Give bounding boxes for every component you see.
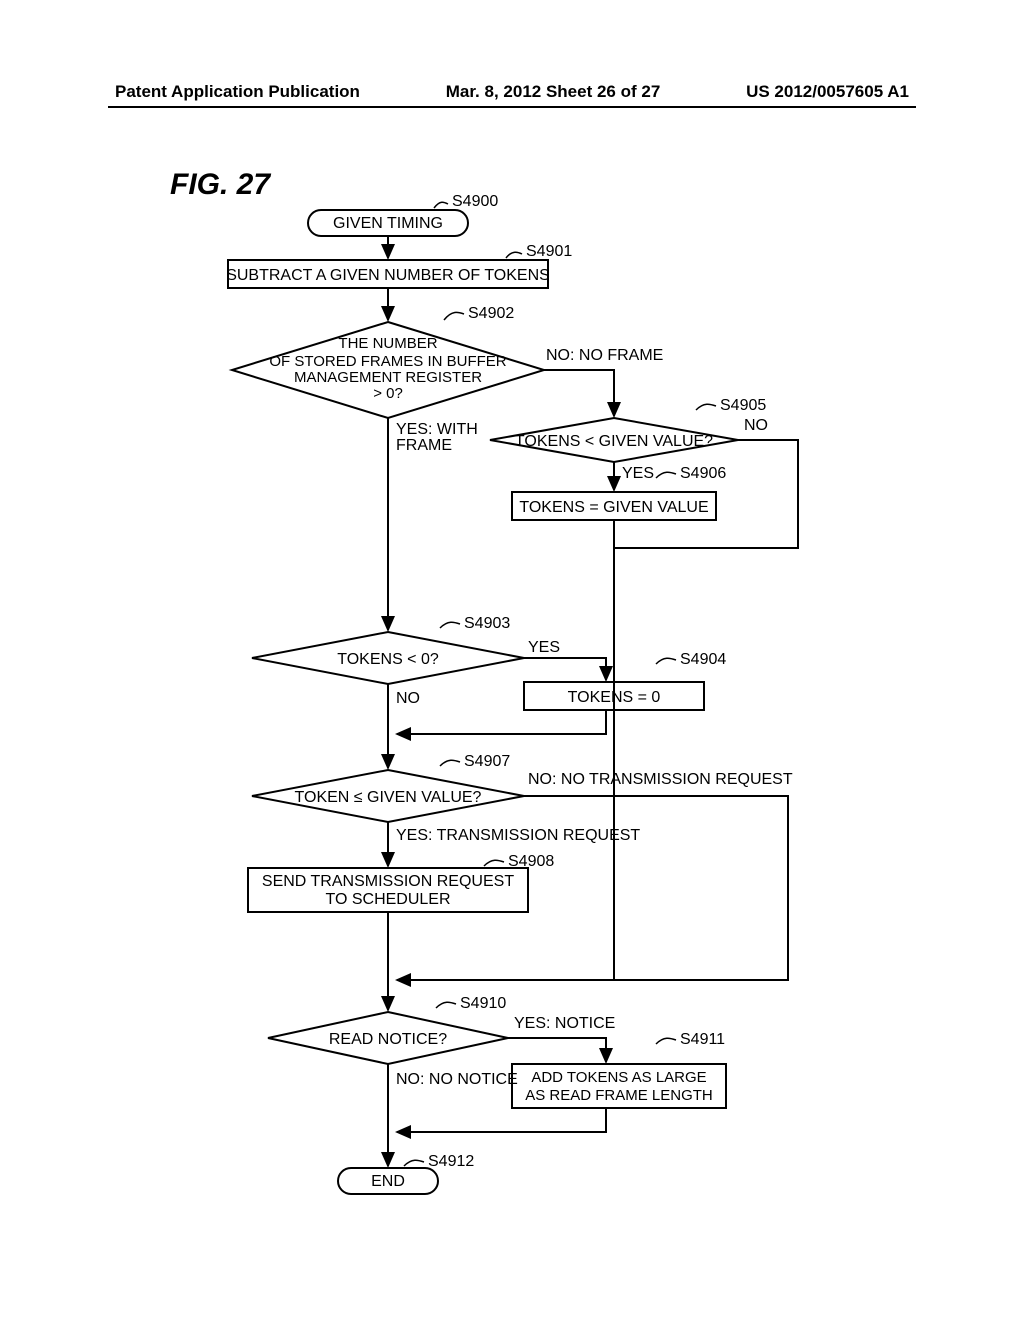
header-rule bbox=[108, 106, 916, 108]
node-s4912: END S4912 bbox=[338, 1153, 474, 1194]
node-s4907: TOKEN ≤ GIVEN VALUE? YES: TRANSMISSION R… bbox=[252, 753, 793, 844]
s4901-label: S4901 bbox=[526, 243, 572, 260]
s4911-t1: ADD TOKENS AS LARGE bbox=[531, 1069, 706, 1086]
s4905-label: S4905 bbox=[720, 397, 766, 414]
edge bbox=[524, 796, 788, 980]
node-s4905: TOKENS < GIVEN VALUE? NO YES S4905 bbox=[490, 397, 768, 482]
s4904-text: TOKENS = 0 bbox=[568, 689, 661, 706]
header-mid: Mar. 8, 2012 Sheet 26 of 27 bbox=[446, 82, 661, 102]
s4905-yes: YES bbox=[622, 465, 654, 482]
s4908-t2: TO SCHEDULER bbox=[325, 891, 450, 908]
s4900-label: S4900 bbox=[452, 193, 498, 210]
s4910-text: READ NOTICE? bbox=[329, 1031, 447, 1048]
s4901-text: SUBTRACT A GIVEN NUMBER OF TOKENS bbox=[226, 267, 550, 284]
flowchart: GIVEN TIMING S4900 SUBTRACT A GIVEN NUMB… bbox=[108, 160, 924, 1270]
node-s4906: TOKENS = GIVEN VALUE S4906 bbox=[512, 465, 726, 520]
header-left: Patent Application Publication bbox=[115, 82, 360, 102]
node-s4902: THE NUMBER OF STORED FRAMES IN BUFFER MA… bbox=[232, 305, 663, 454]
s4903-yes: YES bbox=[528, 639, 560, 656]
edge bbox=[397, 710, 606, 734]
s4902-t2: OF STORED FRAMES IN BUFFER bbox=[269, 353, 506, 370]
s4903-no: NO bbox=[396, 690, 420, 707]
s4906-label: S4906 bbox=[680, 465, 726, 482]
s4910-label: S4910 bbox=[460, 995, 506, 1012]
s4902-no: NO: NO FRAME bbox=[546, 347, 663, 364]
header: Patent Application Publication Mar. 8, 2… bbox=[0, 82, 1024, 102]
header-right: US 2012/0057605 A1 bbox=[746, 82, 909, 102]
s4905-no: NO bbox=[744, 417, 768, 434]
s4903-text: TOKENS < 0? bbox=[337, 651, 439, 668]
node-s4903: TOKENS < 0? NO YES S4903 bbox=[252, 615, 560, 707]
node-s4911: ADD TOKENS AS LARGE AS READ FRAME LENGTH… bbox=[512, 1031, 726, 1108]
s4902-yes1: YES: WITH bbox=[396, 421, 478, 438]
s4900-text: GIVEN TIMING bbox=[333, 215, 443, 232]
node-s4908: SEND TRANSMISSION REQUEST TO SCHEDULER S… bbox=[248, 853, 554, 912]
node-s4900: GIVEN TIMING S4900 bbox=[308, 193, 498, 236]
s4908-label: S4908 bbox=[508, 853, 554, 870]
s4910-yes: YES: NOTICE bbox=[514, 1015, 615, 1032]
node-s4904: TOKENS = 0 S4904 bbox=[524, 651, 726, 710]
s4902-t1: THE NUMBER bbox=[338, 335, 437, 352]
s4907-yes: YES: TRANSMISSION REQUEST bbox=[396, 827, 640, 844]
s4911-t2: AS READ FRAME LENGTH bbox=[525, 1087, 713, 1104]
s4904-label: S4904 bbox=[680, 651, 726, 668]
s4907-no: NO: NO TRANSMISSION REQUEST bbox=[528, 771, 793, 788]
node-s4901: SUBTRACT A GIVEN NUMBER OF TOKENS S4901 bbox=[226, 243, 572, 288]
s4907-label: S4907 bbox=[464, 753, 510, 770]
s4902-t4: > 0? bbox=[373, 385, 403, 402]
s4910-no: NO: NO NOTICE bbox=[396, 1071, 518, 1088]
s4908-t1: SEND TRANSMISSION REQUEST bbox=[262, 873, 514, 890]
edge bbox=[508, 1038, 606, 1062]
s4912-text: END bbox=[371, 1173, 405, 1190]
s4902-t3: MANAGEMENT REGISTER bbox=[294, 369, 482, 386]
s4911-label: S4911 bbox=[680, 1031, 725, 1048]
s4902-yes2: FRAME bbox=[396, 437, 452, 454]
s4912-label: S4912 bbox=[428, 1153, 474, 1170]
s4903-label: S4903 bbox=[464, 615, 510, 632]
edge bbox=[397, 1108, 606, 1132]
s4905-text: TOKENS < GIVEN VALUE? bbox=[515, 433, 713, 450]
s4907-text: TOKEN ≤ GIVEN VALUE? bbox=[295, 789, 482, 806]
s4906-text: TOKENS = GIVEN VALUE bbox=[519, 499, 708, 516]
edge bbox=[524, 658, 606, 680]
s4902-label: S4902 bbox=[468, 305, 514, 322]
edge bbox=[544, 370, 614, 416]
